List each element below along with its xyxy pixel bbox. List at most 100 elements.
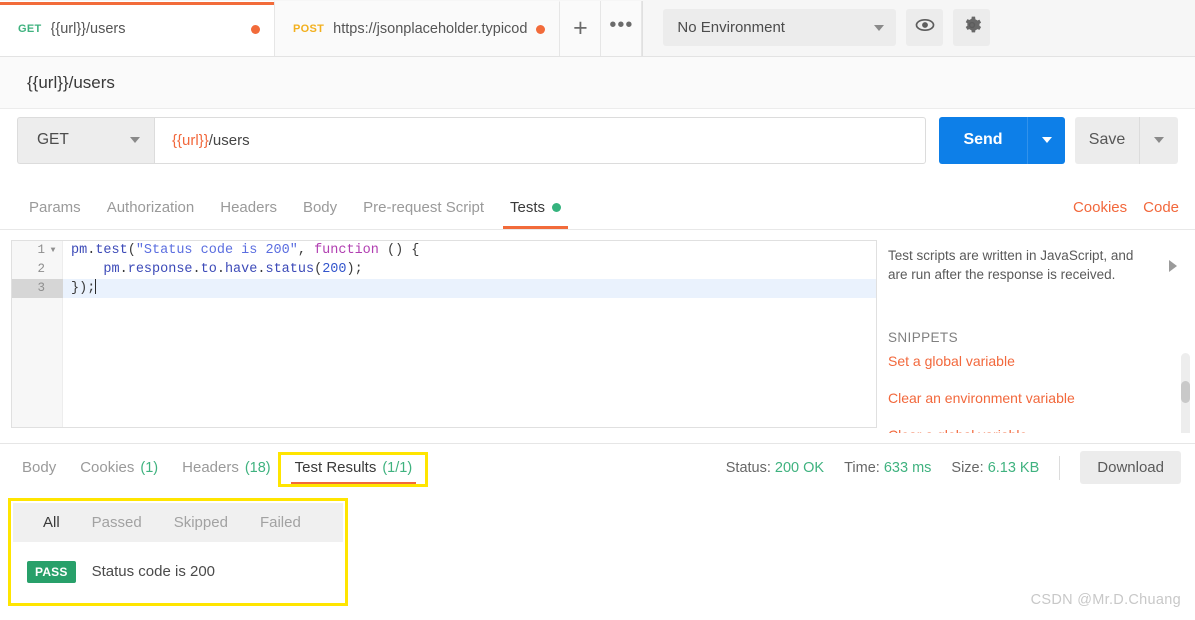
snippets-description: Test scripts are written in JavaScript, … <box>888 248 1134 282</box>
text-cursor <box>95 279 97 294</box>
tests-present-indicator-icon <box>552 203 562 212</box>
test-result-name: Status code is 200 <box>91 563 216 580</box>
tab-authorization-label: Authorization <box>106 199 195 216</box>
tab-tests[interactable]: Tests <box>497 186 574 229</box>
request-tabs-actions: Cookies Code <box>1073 186 1195 229</box>
tab-options-button[interactable]: ••• <box>601 1 643 56</box>
meta-divider <box>1059 455 1061 480</box>
snippet-item-1[interactable]: Clear an environment variable <box>888 390 1075 406</box>
settings-button[interactable] <box>953 9 991 46</box>
eye-icon <box>915 15 935 40</box>
send-button-group: Send <box>939 116 1065 164</box>
response-tab-test-results-label: Test Results <box>294 459 377 476</box>
code-token: ( <box>127 243 136 258</box>
editor-line-number: 1 <box>37 243 45 257</box>
status-value: 200 OK <box>774 459 825 476</box>
test-result-row: PASS Status code is 200 <box>13 542 343 601</box>
code-token: . <box>119 262 128 277</box>
code-token: function <box>314 243 379 258</box>
status-metric: Status: 200 OK <box>726 460 824 476</box>
cookies-link[interactable]: Cookies <box>1073 199 1127 216</box>
send-button[interactable]: Send <box>939 116 1027 164</box>
environment-selector[interactable]: No Environment <box>663 9 897 46</box>
tab-tests-label: Tests <box>510 199 546 216</box>
editor-line-text: }); <box>71 279 97 298</box>
code-token: . <box>192 262 201 277</box>
tab-authorization[interactable]: Authorization <box>94 186 208 229</box>
code-token: response <box>127 262 193 277</box>
top-tab-bar: GET {{url}}/users POST https://jsonplace… <box>0 0 1195 57</box>
code-token: pm <box>71 243 88 258</box>
tab-params[interactable]: Params <box>16 186 94 229</box>
code-token: to <box>200 262 217 277</box>
http-method-select[interactable]: GET <box>17 116 154 164</box>
chevron-down-icon <box>874 24 885 31</box>
editor-line-text: pm.test("Status code is 200", function (… <box>71 241 419 260</box>
url-input[interactable]: {{url}}/users <box>154 116 926 164</box>
tab-body[interactable]: Body <box>290 186 350 229</box>
editor-line-text: pm.response.to.have.status(200); <box>71 260 362 279</box>
url-path-text: /users <box>208 131 250 149</box>
code-token: , <box>297 243 315 258</box>
gear-icon <box>962 15 982 40</box>
filter-passed[interactable]: Passed <box>76 514 158 531</box>
size-label: Size: <box>951 459 984 476</box>
chevron-down-icon <box>1041 137 1052 143</box>
time-metric: Time: 633 ms <box>844 460 931 476</box>
snippets-scrollbar[interactable] <box>1181 353 1190 433</box>
save-button[interactable]: Save <box>1075 116 1139 164</box>
tests-code-editor[interactable]: 1 ▼ pm.test("Status code is 200", function… <box>11 240 877 428</box>
code-link[interactable]: Code <box>1143 199 1179 216</box>
editor-line-3[interactable]: 3}); <box>12 279 876 298</box>
unsaved-indicator-dot <box>251 24 260 34</box>
filter-skipped[interactable]: Skipped <box>158 514 244 531</box>
editor-code-area[interactable]: 1 ▼ pm.test("Status code is 200", function… <box>12 241 876 427</box>
size-metric: Size: 6.13 KB <box>951 460 1039 476</box>
response-tab-cookies-label: Cookies <box>80 459 135 476</box>
save-options-button[interactable] <box>1139 116 1178 164</box>
response-tab-test-results-count: (1/1) <box>382 459 413 476</box>
new-tab-button[interactable]: + <box>560 1 602 56</box>
snippet-item-0[interactable]: Set a global variable <box>888 353 1015 369</box>
response-tab-body-label: Body <box>22 459 57 476</box>
snippets-scrollbar-thumb[interactable] <box>1181 381 1190 403</box>
request-section-tabs: Params Authorization Headers Body Pre-re… <box>0 186 1195 230</box>
download-button[interactable]: Download <box>1080 451 1181 484</box>
tab-headers-label: Headers <box>220 199 277 216</box>
editor-line-number: 2 <box>37 262 45 276</box>
response-tab-body[interactable]: Body <box>10 444 68 491</box>
editor-line-1[interactable]: 1 ▼ pm.test("Status code is 200", function… <box>37 241 876 260</box>
environment-quick-look-button[interactable] <box>906 9 944 46</box>
send-options-button[interactable] <box>1027 116 1065 164</box>
test-results-filter-bar: All Passed Skipped Failed <box>13 503 343 542</box>
time-value: 633 ms <box>883 459 932 476</box>
url-bar: GET {{url}}/users Send Save <box>0 109 1195 171</box>
request-tab-strip: GET {{url}}/users POST https://jsonplace… <box>0 0 644 56</box>
request-tab-1[interactable]: POST https://jsonplaceholder.typicod <box>275 1 561 56</box>
filter-all[interactable]: All <box>27 514 76 531</box>
request-name-bar: {{url}}/users <box>0 57 1195 109</box>
filter-failed[interactable]: Failed <box>244 514 317 531</box>
request-tab-1-name: https://jsonplaceholder.typicod <box>333 21 528 37</box>
status-label: Status: <box>725 459 771 476</box>
request-tab-0-method: GET <box>18 23 42 35</box>
response-tab-headers[interactable]: Headers (18) <box>170 444 283 491</box>
code-token: . <box>216 262 225 277</box>
request-tab-0-name: {{url}}/users <box>50 21 126 37</box>
code-fold-toggle-icon[interactable]: ▼ <box>47 241 59 260</box>
editor-line-number: 3 <box>37 281 45 295</box>
tab-headers[interactable]: Headers <box>207 186 290 229</box>
save-button-group: Save <box>1075 116 1178 164</box>
code-token: 200 <box>322 262 347 277</box>
request-tab-0[interactable]: GET {{url}}/users <box>0 1 275 56</box>
tab-pre-request-script[interactable]: Pre-request Script <box>350 186 497 229</box>
code-token: ( <box>314 262 323 277</box>
collapse-panel-arrow-icon[interactable] <box>1169 260 1177 272</box>
response-tab-cookies-count: (1) <box>140 459 159 476</box>
response-tab-headers-count: (18) <box>244 459 271 476</box>
tab-pre-request-script-label: Pre-request Script <box>363 199 485 216</box>
editor-line-2[interactable]: 2 pm.response.to.have.status(200); <box>37 260 876 279</box>
response-tab-test-results[interactable]: Test Results (1/1) <box>283 444 425 491</box>
response-tab-cookies[interactable]: Cookies (1) <box>68 444 170 491</box>
snippet-item-2[interactable]: Clear a global variable <box>888 427 1027 433</box>
